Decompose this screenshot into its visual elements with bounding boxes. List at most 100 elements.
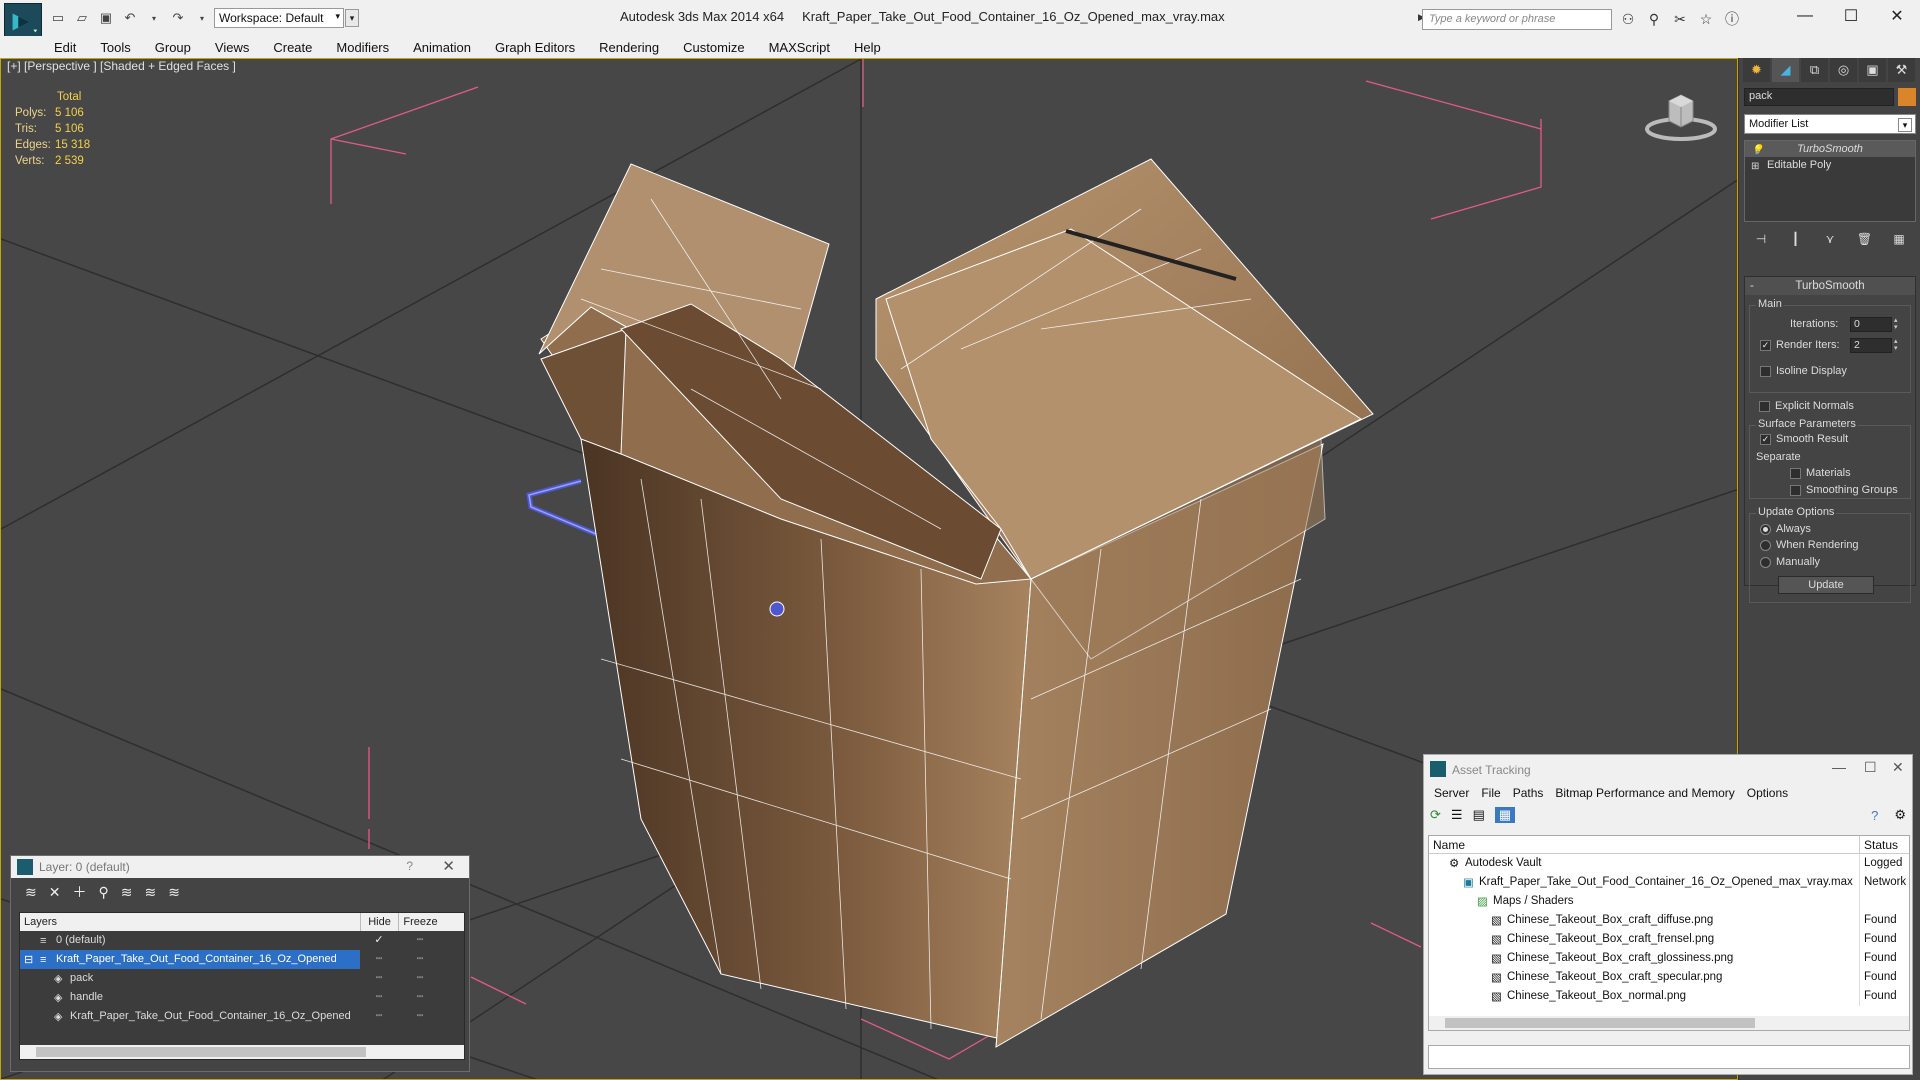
hide-all-layers-icon[interactable]: ≋ [144, 884, 156, 901]
layer-row[interactable]: ◈ handle ┅ ┅ [20, 988, 464, 1007]
menu-help[interactable]: Help [842, 40, 893, 55]
menu-options[interactable]: Options [1741, 786, 1794, 800]
asset-row[interactable]: ▨ Maps / Shaders [1429, 892, 1909, 911]
motion-tab-icon[interactable]: ◎ [1830, 58, 1857, 82]
menu-graph-editors[interactable]: Graph Editors [483, 40, 587, 55]
toolbar-options-button[interactable]: ▾ [345, 9, 359, 27]
workspace-dropdown[interactable]: Workspace: Default ▾ [214, 8, 344, 28]
hide-dash-icon[interactable]: ┅ [360, 1007, 398, 1026]
minimize-button[interactable]: — [1782, 0, 1828, 32]
spinner-arrows-icon[interactable]: ▴ ▾ [1894, 317, 1902, 332]
menu-customize[interactable]: Customize [671, 40, 756, 55]
help-button[interactable]: ? [406, 859, 413, 873]
menu-animation[interactable]: Animation [401, 40, 483, 55]
freeze-dash-icon[interactable]: ┅ [398, 969, 442, 988]
close-button[interactable]: ✕ [1874, 0, 1920, 32]
freeze-all-layers-icon[interactable]: ≋ [168, 884, 180, 901]
create-tab-sun-icon[interactable]: ✹ [1743, 58, 1770, 82]
menu-tools[interactable]: Tools [88, 40, 142, 55]
layer-row[interactable]: ◈ pack ┅ ┅ [20, 969, 464, 988]
collapse-icon[interactable]: ⊟ [24, 951, 36, 966]
new-layer-icon[interactable]: ≋ [25, 884, 37, 901]
configure-sets-icon[interactable]: ▦ [1888, 228, 1910, 250]
show-end-result-icon[interactable]: ┃ [1785, 228, 1807, 250]
new-file-icon[interactable]: ▭ [48, 8, 68, 28]
minimize-button[interactable]: — [1832, 759, 1846, 775]
asset-row[interactable]: ▧ Chinese_Takeout_Box_normal.png Found [1429, 987, 1909, 1006]
menu-maxscript[interactable]: MAXScript [757, 40, 842, 55]
stack-item-turbosmooth[interactable]: 💡 TurboSmooth [1745, 141, 1915, 157]
menu-modifiers[interactable]: Modifiers [324, 40, 401, 55]
save-icon[interactable]: ▣ [96, 8, 116, 28]
menu-file[interactable]: File [1475, 786, 1506, 800]
help-icon[interactable]: ⓘ [1722, 9, 1742, 29]
detail-view-icon[interactable]: ▤ [1473, 807, 1485, 823]
highlight-layer-icon[interactable]: ≋ [121, 884, 133, 901]
render-iters-checkbox[interactable]: ✓ [1760, 340, 1771, 351]
freeze-dash-icon[interactable]: ┅ [398, 1007, 442, 1026]
menu-group[interactable]: Group [143, 40, 203, 55]
redo-dropdown-icon[interactable]: ▾ [192, 8, 212, 28]
hide-dash-icon[interactable]: ┅ [360, 969, 398, 988]
binoculars-icon[interactable]: ⚇ [1618, 9, 1638, 29]
layer-window-titlebar[interactable]: Layer: 0 (default) ? ✕ [11, 856, 469, 878]
list-view-icon[interactable]: ☰ [1451, 807, 1463, 823]
layer-row[interactable]: ⊟ ≡ Kraft_Paper_Take_Out_Food_Container_16… [20, 950, 464, 969]
asset-window-titlebar[interactable]: Asset Tracking — ☐ ✕ [1424, 755, 1912, 783]
viewcube-icon[interactable] [1641, 87, 1721, 147]
isoline-display-checkbox[interactable] [1760, 366, 1771, 377]
object-color-swatch[interactable] [1898, 88, 1916, 106]
asset-row[interactable]: ▧ Chinese_Takeout_Box_craft_diffuse.png Fo… [1429, 911, 1909, 930]
hide-dash-icon[interactable]: ┅ [360, 988, 398, 1007]
freeze-dash-icon[interactable]: ┅ [398, 988, 442, 1007]
expand-plus-icon[interactable]: ⊞ [1751, 159, 1759, 172]
menu-rendering[interactable]: Rendering [587, 40, 671, 55]
display-tab-icon[interactable]: ▣ [1859, 58, 1886, 82]
scrollbar-thumb[interactable] [1445, 1018, 1755, 1028]
always-radio[interactable] [1760, 524, 1771, 535]
utilities-tab-icon[interactable]: ⚒ [1888, 58, 1915, 82]
undo-icon[interactable]: ↶ [120, 8, 140, 28]
rollout-title[interactable]: - TurboSmooth [1745, 277, 1915, 295]
asset-row[interactable]: ▧ Chinese_Takeout_Box_craft_specular.png F… [1429, 968, 1909, 987]
layer-row[interactable]: ◈ Kraft_Paper_Take_Out_Food_Container_16_… [20, 1007, 464, 1026]
checkmark-icon[interactable]: ✓ [360, 931, 398, 950]
modify-tab-icon[interactable]: ◢ [1772, 58, 1799, 82]
horizontal-scrollbar[interactable] [20, 1045, 464, 1059]
materials-checkbox[interactable] [1790, 468, 1801, 479]
make-unique-icon[interactable]: ⋎ [1819, 228, 1841, 250]
communication-center-icon[interactable]: ⚲ [1644, 9, 1664, 29]
table-view-icon[interactable]: ▦ [1494, 807, 1516, 823]
manually-radio[interactable] [1760, 557, 1771, 568]
menu-create[interactable]: Create [261, 40, 324, 55]
render-iters-spinner[interactable]: 2 [1850, 338, 1892, 353]
lightbulb-icon[interactable]: 💡 [1751, 143, 1763, 156]
settings-icon[interactable]: ⚙ [1894, 807, 1906, 823]
horizontal-scrollbar[interactable] [1429, 1016, 1909, 1030]
menu-edit[interactable]: Edit [42, 40, 88, 55]
scrollbar-thumb[interactable] [36, 1047, 366, 1057]
layer-row[interactable]: ≡ 0 (default) ✓ ┅ [20, 931, 464, 950]
explicit-normals-checkbox[interactable] [1759, 401, 1770, 412]
add-to-layer-icon[interactable]: ＋ [72, 882, 86, 902]
asset-row[interactable]: ▣ Kraft_Paper_Take_Out_Food_Container_16_… [1429, 873, 1909, 892]
redo-icon[interactable]: ↷ [168, 8, 188, 28]
menu-views[interactable]: Views [203, 40, 261, 55]
open-file-icon[interactable]: ▱ [72, 8, 92, 28]
viewport-label[interactable]: [+] [Perspective ] [Shaded + Edged Faces… [7, 59, 236, 73]
maximize-button[interactable]: ☐ [1828, 0, 1874, 32]
menu-paths[interactable]: Paths [1507, 786, 1550, 800]
smoothing-groups-checkbox[interactable] [1790, 485, 1801, 496]
freeze-dash-icon[interactable]: ┅ [398, 950, 442, 969]
menu-server[interactable]: Server [1428, 786, 1475, 800]
hide-dash-icon[interactable]: ┅ [360, 950, 398, 969]
asset-row[interactable]: ▧ Chinese_Takeout_Box_craft_glossiness.pn… [1429, 949, 1909, 968]
delete-layer-icon[interactable]: ✕ [49, 884, 61, 901]
close-icon[interactable]: ✕ [1892, 759, 1904, 776]
spinner-arrows-icon[interactable]: ▴ ▾ [1894, 338, 1902, 353]
refresh-icon[interactable]: ⟳ [1430, 807, 1441, 823]
remove-modifier-icon[interactable]: 🗑 [1854, 228, 1876, 250]
asset-row[interactable]: ⚙ Autodesk Vault Logged [1429, 854, 1909, 873]
update-button[interactable]: Update [1778, 576, 1874, 594]
iterations-spinner[interactable]: 0 [1850, 317, 1892, 332]
